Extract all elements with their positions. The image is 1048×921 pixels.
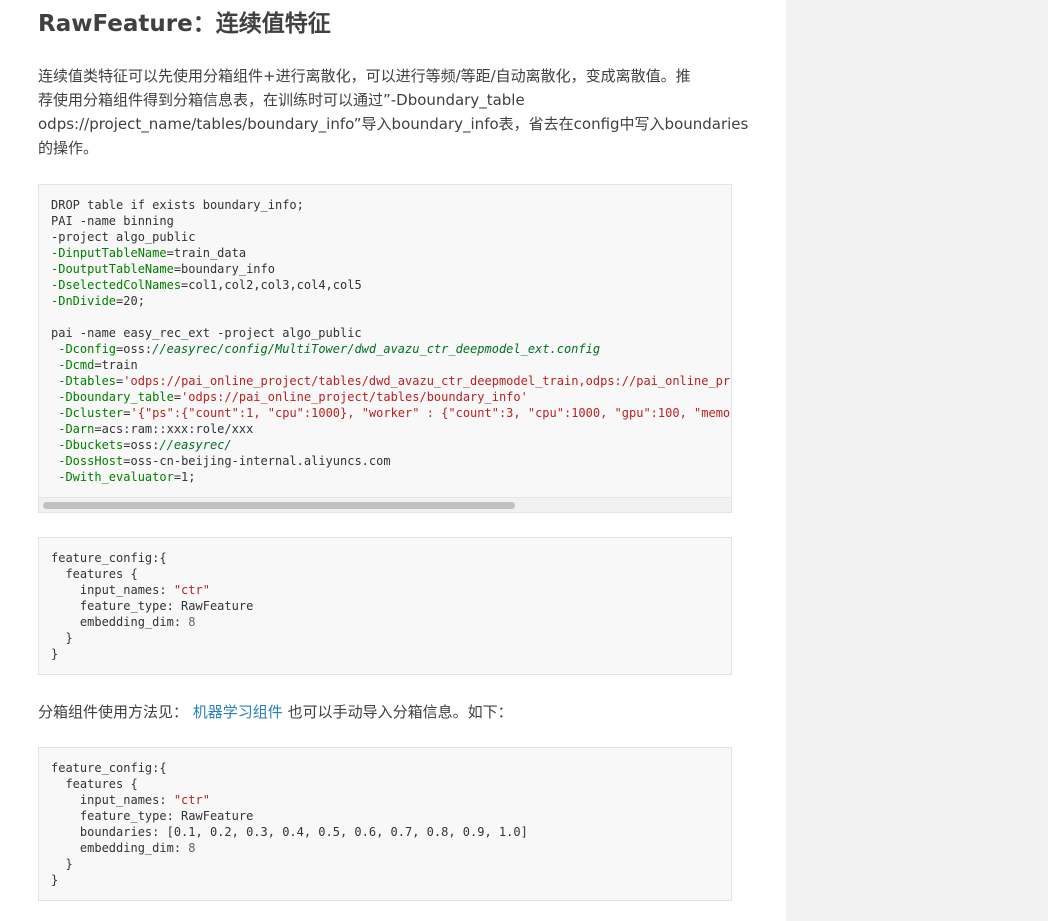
code-line: PAI -name binning — [51, 214, 174, 228]
code-line: DROP table if exists boundary_info; — [51, 198, 304, 212]
code-line: } — [51, 647, 59, 661]
code-line: -Dbuckets=oss://easyrec/ — [58, 438, 232, 452]
horizontal-scrollbar[interactable] — [39, 497, 731, 512]
code-line: feature_config:{ — [51, 551, 167, 565]
code-line: -Darn=acs:ram::xxx:role/xxx — [58, 422, 254, 436]
code-line: feature_config:{ — [51, 761, 167, 775]
code-line: pai -name easy_rec_ext -project algo_pub… — [51, 326, 362, 340]
code-block-feature-config[interactable]: feature_config:{ features { input_names:… — [38, 537, 732, 675]
code-line: -DnDivide=20; — [51, 294, 145, 308]
code-line: -Dboundary_table='odps://pai_online_proj… — [58, 390, 528, 404]
right-side-panel — [786, 0, 1048, 921]
code-line: feature_type: RawFeature — [51, 599, 254, 613]
code-text: feature_config:{ features { input_names:… — [39, 748, 731, 900]
code-text: feature_config:{ features { input_names:… — [39, 538, 731, 674]
code-block-feature-config-boundaries[interactable]: feature_config:{ features { input_names:… — [38, 747, 732, 901]
binning-usage-paragraph: 分箱组件使用方法见： 机器学习组件 也可以手动导入分箱信息。如下： — [38, 700, 513, 724]
code-line: -DoutputTableName=boundary_info — [51, 262, 275, 276]
code-line: } — [51, 873, 59, 887]
intro-line: 连续值类特征可以先使用分箱组件+进行离散化，可以进行等频/等距/自动离散化，变成… — [38, 67, 691, 85]
code-line: boundaries: [0.1, 0.2, 0.3, 0.4, 0.5, 0.… — [51, 825, 528, 839]
intro-line: 荐使用分箱组件得到分箱信息表，在训练时可以通过”-Dboundary_table — [38, 91, 525, 109]
code-line: input_names: "ctr" — [51, 793, 210, 807]
code-line: -project algo_public — [51, 230, 196, 244]
ml-components-link[interactable]: 机器学习组件 — [193, 703, 283, 721]
code-line: -Dcluster='{"ps":{"count":1, "cpu":1000}… — [58, 406, 731, 420]
page-title: RawFeature：连续值特征 — [38, 11, 331, 37]
code-text: DROP table if exists boundary_info; PAI … — [39, 185, 731, 509]
code-line: -DinputTableName=train_data — [51, 246, 247, 260]
code-line: embedding_dim: 8 — [51, 841, 196, 855]
binning-suffix: 也可以手动导入分箱信息。如下： — [287, 703, 513, 721]
intro-paragraph: 连续值类特征可以先使用分箱组件+进行离散化，可以进行等频/等距/自动离散化，变成… — [38, 64, 749, 160]
code-line: -Dconfig=oss://easyrec/config/MultiTower… — [58, 342, 601, 356]
code-line: -Dtables='odps://pai_online_project/tabl… — [58, 374, 731, 388]
code-line: -DselectedColNames=col1,col2,col3,col4,c… — [51, 278, 362, 292]
intro-line: odps://project_name/tables/boundary_info… — [38, 115, 749, 133]
binning-prefix: 分箱组件使用方法见： — [38, 703, 189, 721]
code-block-binning[interactable]: DROP table if exists boundary_info; PAI … — [38, 184, 732, 513]
code-line: -Dwith_evaluator=1; — [58, 470, 196, 484]
code-line: features { — [51, 777, 138, 791]
code-line: input_names: "ctr" — [51, 583, 210, 597]
code-line: features { — [51, 567, 138, 581]
scrollbar-thumb[interactable] — [43, 502, 515, 509]
code-line: -DossHost=oss-cn-beijing-internal.aliyun… — [58, 454, 391, 468]
code-line: } — [51, 857, 73, 871]
code-line: feature_type: RawFeature — [51, 809, 254, 823]
code-line: embedding_dim: 8 — [51, 615, 196, 629]
intro-line: 的操作。 — [38, 139, 99, 157]
code-line: -Dcmd=train — [58, 358, 138, 372]
code-line: } — [51, 631, 73, 645]
